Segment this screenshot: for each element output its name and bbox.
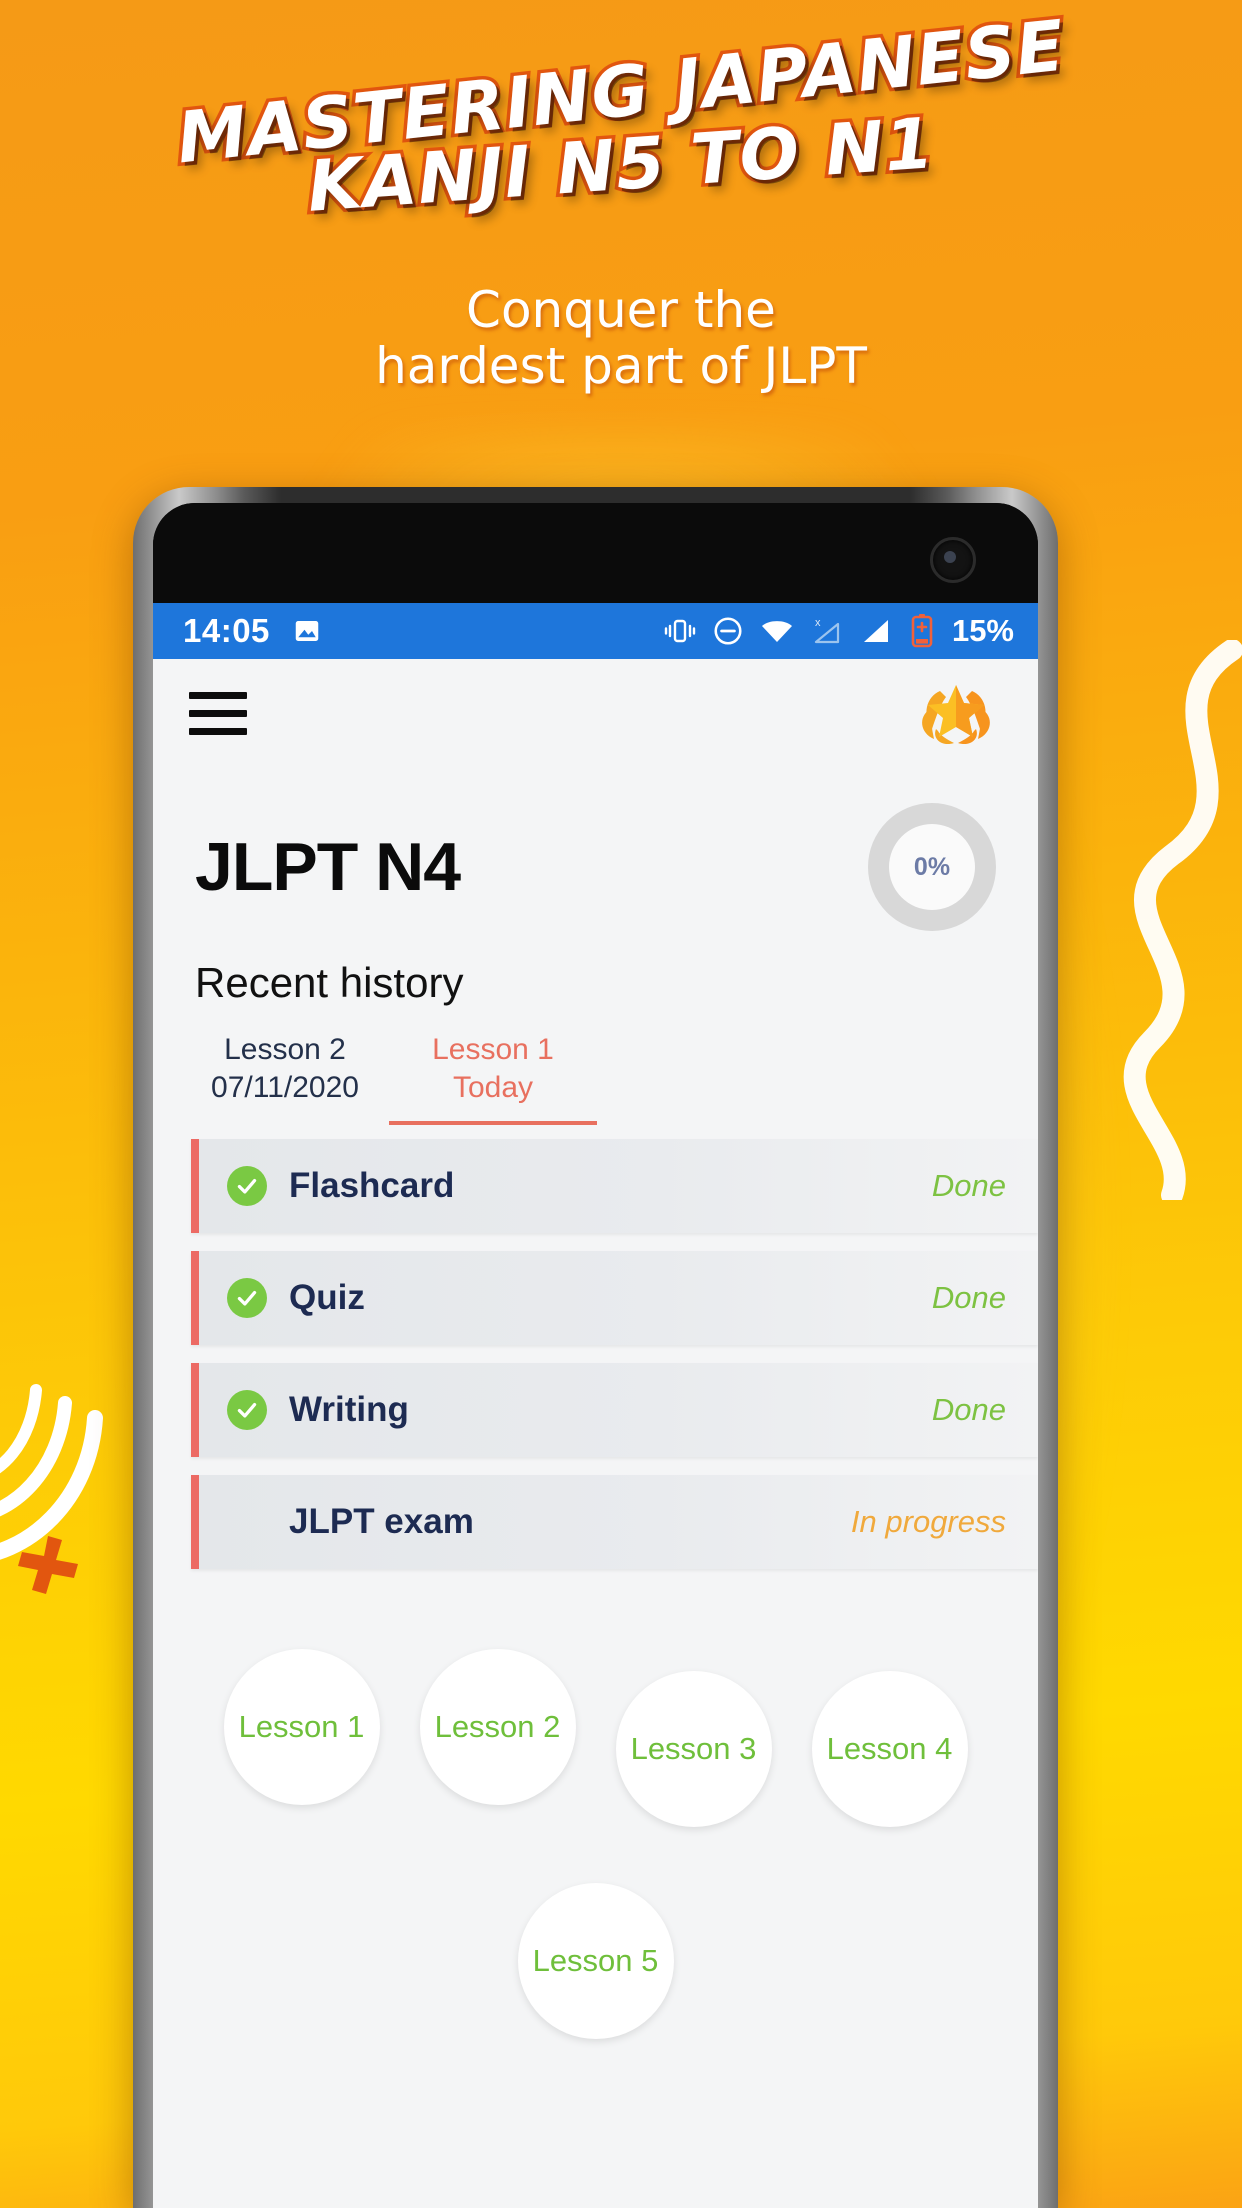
lesson-bubble-5[interactable]: Lesson 5 [517, 1882, 674, 2039]
image-icon [295, 621, 319, 641]
page-title: JLPT N4 [195, 829, 461, 905]
wifi-icon [761, 621, 792, 642]
status-time: 14:05 [183, 612, 270, 649]
row-label: Writing [289, 1389, 409, 1429]
phone-mockup: 14:05 x 15% JLPT N4 0% Recent history Le… [133, 487, 1058, 2208]
progress-percent-label: 0% [913, 852, 951, 881]
check-circle-icon-empty [227, 1502, 267, 1542]
plus-decoration-icon [18, 1536, 78, 1594]
tab-lesson-2-date: 07/11/2020 [211, 1070, 359, 1104]
activity-list: Flashcard Done Quiz Done Writing Done JL… [153, 1125, 1038, 1569]
row-status: In progress [850, 1503, 1006, 1539]
battery-icon [911, 614, 933, 648]
row-label: Flashcard [289, 1165, 455, 1205]
table-row[interactable]: JLPT exam In progress [191, 1474, 1038, 1569]
tab-lesson-1-date: Today [452, 1070, 534, 1104]
tab-lesson-1-label: Lesson 1 [432, 1033, 554, 1066]
tab-lesson-2[interactable]: Lesson 2 07/11/2020 [181, 1025, 389, 1125]
no-sim-signal-icon: x [814, 617, 840, 644]
hamburger-menu-icon[interactable] [189, 691, 247, 735]
promo-headline: MASTERING JAPANESE KANJI N5 TO N1 [0, 1, 1242, 231]
row-status: Done [931, 1279, 1006, 1315]
laurel-star-trophy-icon[interactable] [910, 677, 1002, 749]
app-bar [153, 659, 1038, 767]
battery-percent-label: 15% [951, 613, 1014, 648]
page-header: JLPT N4 0% [153, 767, 1038, 931]
front-camera-icon [930, 537, 976, 583]
check-circle-icon [227, 1277, 267, 1318]
svg-text:x: x [815, 617, 821, 629]
progress-ring: 0% [868, 803, 996, 931]
cellular-signal-icon [863, 620, 888, 642]
lesson-bubble-1[interactable]: Lesson 1 [223, 1648, 380, 1805]
lesson-bubble-4[interactable]: Lesson 4 [811, 1670, 968, 1827]
check-circle-icon [227, 1389, 267, 1430]
check-circle-icon [227, 1165, 267, 1206]
tab-lesson-1[interactable]: Lesson 1 Today [389, 1025, 597, 1125]
android-status-bar: 14:05 x 15% [153, 603, 1038, 659]
table-row[interactable]: Flashcard Done [191, 1138, 1038, 1233]
section-title-recent-history: Recent history [195, 959, 464, 1006]
table-row[interactable]: Quiz Done [191, 1250, 1038, 1345]
lesson-bubble-grid: Lesson 1 Lesson 2 Lesson 3 Lesson 4 Less… [153, 1587, 1038, 2039]
lesson-bubble-2[interactable]: Lesson 2 [419, 1648, 576, 1805]
vibrate-icon [664, 619, 696, 643]
do-not-disturb-icon [714, 617, 742, 645]
phone-screen: 14:05 x 15% JLPT N4 0% Recent history Le… [153, 503, 1038, 2208]
row-status: Done [931, 1391, 1006, 1427]
app-screen: JLPT N4 0% Recent history Lesson 2 07/11… [153, 659, 1038, 2208]
subtitle-line-2: hardest part of JLPT [375, 337, 867, 395]
promo-screenshot: MASTERING JAPANESE KANJI N5 TO N1 Conque… [0, 0, 1242, 2208]
table-row[interactable]: Writing Done [191, 1362, 1038, 1457]
promo-subtitle: Conquer the hardest part of JLPT [0, 282, 1242, 394]
row-label: JLPT exam [289, 1501, 474, 1541]
phone-bezel-top [153, 503, 1038, 603]
lesson-bubble-3[interactable]: Lesson 3 [615, 1670, 772, 1827]
tab-lesson-2-label: Lesson 2 [224, 1033, 346, 1066]
history-tabs: Lesson 2 07/11/2020 Lesson 1 Today [153, 1007, 1038, 1125]
row-label: Quiz [289, 1277, 365, 1317]
row-status: Done [931, 1167, 1006, 1203]
subtitle-line-1: Conquer the [466, 281, 776, 339]
